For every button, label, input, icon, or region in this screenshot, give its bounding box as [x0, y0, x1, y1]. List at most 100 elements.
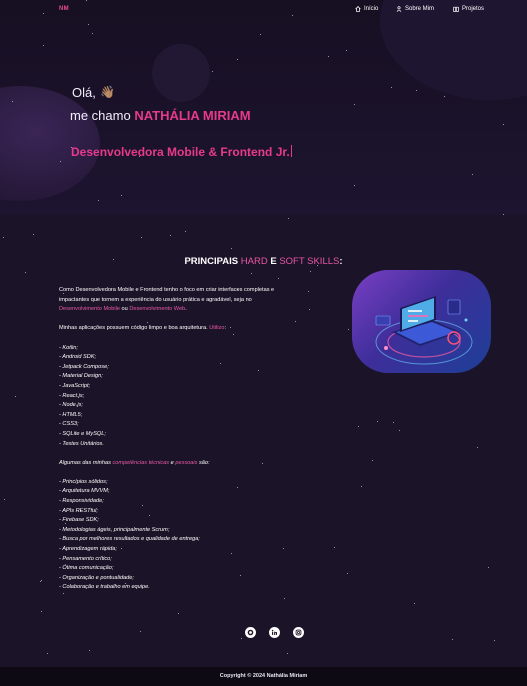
skill-item: - Firebase SDK;: [59, 517, 99, 524]
skill-item: - SQLite e MySQL;: [59, 430, 106, 437]
about-text: são:: [198, 459, 210, 466]
skill-item: - Responsividade;: [59, 498, 104, 505]
skill-item: - JavaScript;: [59, 382, 91, 389]
background-star: [185, 231, 186, 232]
about-text: .: [185, 306, 187, 313]
skill-item: - Testes Unitários.: [59, 440, 104, 447]
background-star: [41, 580, 42, 581]
background-star: [372, 460, 373, 461]
background-star: [25, 272, 26, 273]
background-star: [494, 640, 495, 641]
background-star: [278, 278, 279, 279]
heading-soft: SOFT SKILLS: [279, 256, 340, 267]
skill-item: - Organização e pontualidade;: [59, 574, 134, 581]
background-star: [287, 653, 288, 654]
link-web[interactable]: Desenvolvimento Web: [129, 306, 185, 312]
soft-intro: Algumas das minhas competências técnicas…: [59, 459, 329, 469]
intro-line: me chamo NATHÁLIA MIRIAM: [70, 108, 251, 123]
background-star: [477, 447, 478, 448]
skill-item: - Node.js;: [59, 402, 83, 409]
skill-item: - Material Design;: [59, 373, 103, 380]
nav-item-inicio[interactable]: Início: [355, 6, 378, 12]
skill-item: - React.js;: [59, 392, 85, 399]
background-star: [348, 329, 349, 330]
github-icon: [247, 629, 254, 636]
skill-item: - Ótima comunicação;: [59, 565, 114, 572]
skill-item: - Arquitetura MVVM;: [59, 488, 110, 495]
link-competencias[interactable]: competências técnicas: [113, 460, 170, 466]
about-text: Algumas das minhas: [59, 459, 111, 466]
skill-item: - Android SDK;: [59, 354, 97, 361]
linkedin-link[interactable]: [269, 627, 280, 638]
background-star: [399, 430, 400, 431]
copyright-text: Copyright © 2024 Nathália Miriam: [219, 673, 308, 679]
instagram-link[interactable]: [293, 627, 304, 638]
role-text: Desenvolvedora Mobile & Frontend Jr.: [71, 145, 290, 159]
wave-emoji: 👋🏽: [100, 85, 115, 99]
greeting-text: Olá,: [72, 85, 96, 100]
background-star: [178, 613, 179, 614]
background-star: [241, 638, 242, 639]
background-star: [414, 603, 415, 604]
background-star: [251, 273, 252, 274]
link-mobile[interactable]: Desenvolvimento Mobile: [59, 306, 120, 312]
background-star: [377, 421, 378, 422]
skill-item: - Colaboração e trabalho em equipe.: [59, 584, 150, 591]
skill-item: - Metodologias ágeis, principalmente Scr…: [59, 526, 170, 533]
intro-prefix: me chamo: [70, 108, 131, 123]
logo[interactable]: NM: [59, 6, 69, 12]
background-star: [63, 593, 64, 594]
about-text: :: [224, 325, 226, 332]
heading-colon: :: [339, 256, 343, 267]
nav-item-sobre-mim[interactable]: Sobre Mim: [396, 6, 434, 12]
skill-item: - Princípios sólidos;: [59, 478, 108, 485]
background-star: [33, 234, 34, 235]
background-star: [40, 581, 41, 582]
background-star: [47, 653, 48, 654]
background-star: [170, 235, 171, 236]
link-pessoais[interactable]: pessoais: [175, 460, 197, 466]
soft-skills-list: - Princípios sólidos; - Arquitetura MVVM;…: [59, 478, 329, 593]
background-star: [393, 422, 394, 423]
heading-hard: HARD: [240, 256, 268, 267]
skill-item: - Busca por melhores resultados e qualid…: [59, 536, 200, 543]
background-star: [310, 271, 311, 272]
about-text: Minhas aplicações possuem código limpo e…: [59, 325, 208, 332]
user-icon: [396, 6, 402, 12]
skill-item: - Aprendizagem rápida;: [59, 546, 117, 553]
about-content: Como Desenvolvedora Mobile e Frontend te…: [59, 286, 329, 593]
background-star: [361, 486, 362, 487]
about-text: e: [170, 459, 174, 466]
background-star: [41, 611, 42, 612]
role-title: Desenvolvedora Mobile & Frontend Jr.: [71, 145, 292, 159]
about-text: Como Desenvolvedora Mobile e Frontend te…: [59, 287, 275, 293]
background-star: [231, 248, 232, 249]
home-icon: [355, 6, 361, 12]
footer: Copyright © 2024 Nathália Miriam: [0, 667, 527, 686]
skills-heading: PRINCIPAIS HARD E SOFT SKILLS:: [0, 256, 527, 267]
background-star: [3, 237, 4, 238]
heading-part: E: [270, 256, 277, 267]
skill-item: - HTML5;: [59, 411, 83, 418]
instagram-icon: [295, 629, 302, 636]
skill-item: - Kotlin;: [59, 344, 78, 351]
background-star: [284, 598, 285, 599]
nav-item-label: Sobre Mim: [405, 6, 435, 12]
background-star: [15, 396, 16, 397]
laptop-illustration-image: [375, 296, 473, 365]
heading-part: PRINCIPAIS: [184, 256, 239, 267]
about-text: impactantes que tornem a experiência do …: [59, 296, 252, 303]
hard-skills-list: - Kotlin; - Android SDK; - Jetpack Compose…: [59, 344, 329, 450]
link-utilizo[interactable]: Utilizo: [209, 325, 224, 331]
background-star: [4, 499, 5, 500]
hero-section: Olá, 👋🏽 me chamo NATHÁLIA MIRIAM Desenvo…: [0, 0, 527, 215]
book-icon: [453, 6, 459, 12]
about-paragraph: Como Desenvolvedora Mobile e Frontend te…: [59, 286, 329, 315]
skill-item: - APIs RESTful;: [59, 507, 98, 514]
nav-item-label: Início: [364, 6, 379, 12]
skill-item: - CSS3;: [59, 421, 79, 428]
nav-item-label: Projetos: [462, 6, 485, 12]
nav-item-projetos[interactable]: Projetos: [453, 6, 484, 12]
github-link[interactable]: [245, 627, 256, 638]
background-star: [141, 237, 142, 238]
